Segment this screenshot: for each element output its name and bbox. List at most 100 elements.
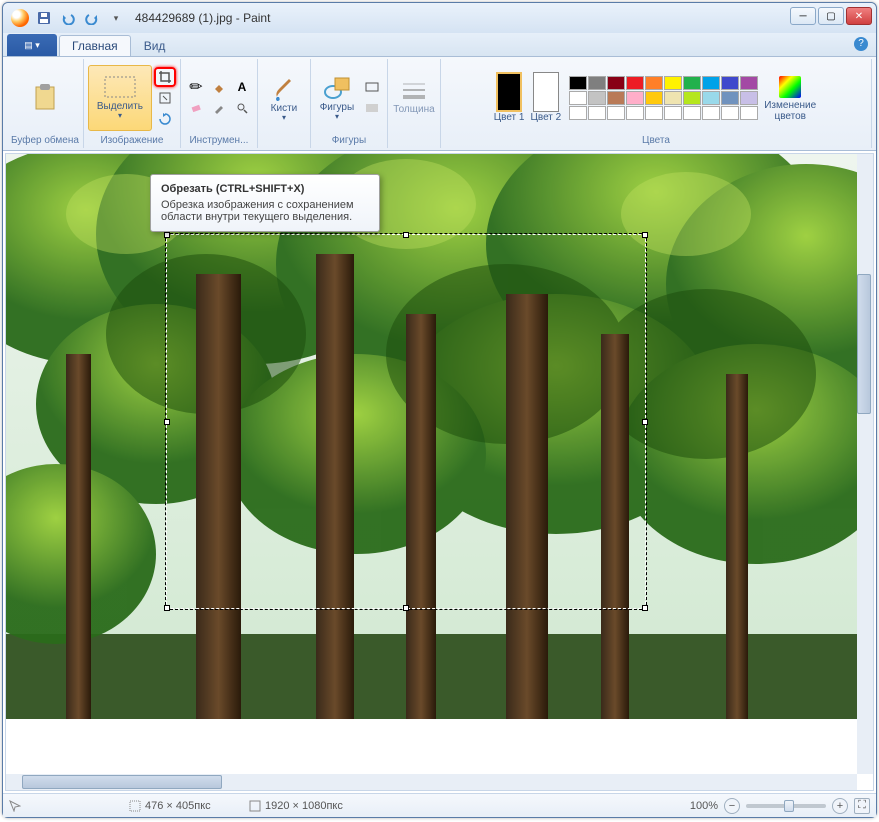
palette-swatch-27[interactable]: [702, 106, 720, 120]
app-icon: [11, 9, 29, 27]
window-controls: ─ ▢ ✕: [790, 7, 872, 25]
picker-tool[interactable]: [208, 98, 230, 118]
edit-colors-label: Изменение цветов: [761, 100, 819, 122]
palette-swatch-22[interactable]: [607, 106, 625, 120]
file-menu-button[interactable]: ▤ ▾: [7, 34, 57, 56]
color1-swatch: [496, 72, 522, 112]
group-clipboard-label: Буфер обмена: [11, 135, 79, 146]
color1-label: Цвет 1: [494, 112, 525, 123]
status-cursor: [9, 800, 109, 812]
palette-swatch-12[interactable]: [607, 91, 625, 105]
canvas-area[interactable]: [5, 153, 874, 791]
rotate-button[interactable]: [154, 109, 176, 129]
palette-swatch-16[interactable]: [683, 91, 701, 105]
hscroll-thumb[interactable]: [22, 775, 222, 789]
palette-swatch-13[interactable]: [626, 91, 644, 105]
palette-swatch-17[interactable]: [702, 91, 720, 105]
palette-swatch-11[interactable]: [588, 91, 606, 105]
palette-swatch-24[interactable]: [645, 106, 663, 120]
palette-swatch-20[interactable]: [569, 106, 587, 120]
color1-button[interactable]: Цвет 1: [494, 72, 525, 123]
brushes-label: Кисти: [271, 103, 298, 114]
group-colors: Цвет 1 Цвет 2 Изменение цветов Цвета: [441, 59, 872, 148]
crop-tooltip: Обрезать (CTRL+SHIFT+X) Обрезка изображе…: [150, 174, 380, 232]
image-size-text: 1920 × 1080пкс: [265, 800, 343, 812]
palette-swatch-0[interactable]: [569, 76, 587, 90]
zoom-thumb[interactable]: [784, 800, 794, 812]
horizontal-scrollbar[interactable]: [6, 774, 857, 790]
zoom-out-button[interactable]: −: [724, 798, 740, 814]
zoom-in-button[interactable]: +: [832, 798, 848, 814]
palette-swatch-3[interactable]: [626, 76, 644, 90]
palette-swatch-9[interactable]: [740, 76, 758, 90]
vertical-scrollbar[interactable]: [857, 154, 873, 774]
pencil-tool[interactable]: ✏: [185, 77, 207, 97]
palette-swatch-21[interactable]: [588, 106, 606, 120]
palette-swatch-15[interactable]: [664, 91, 682, 105]
vscroll-thumb[interactable]: [857, 274, 871, 414]
spacer2: [413, 135, 416, 146]
crop-button[interactable]: [154, 67, 176, 87]
palette-swatch-8[interactable]: [721, 76, 739, 90]
tab-main[interactable]: Главная: [59, 35, 131, 56]
palette-swatch-2[interactable]: [607, 76, 625, 90]
maximize-button[interactable]: ▢: [818, 7, 844, 25]
palette-swatch-25[interactable]: [664, 106, 682, 120]
shape-fill-button[interactable]: [361, 98, 383, 118]
group-image: Выделить ▾ Изображение: [84, 59, 181, 148]
palette-swatch-26[interactable]: [683, 106, 701, 120]
shapes-label: Фигуры: [320, 102, 354, 113]
paint-window: ▾ 484429689 (1).jpg - Paint ─ ▢ ✕ ▤ ▾ Гл…: [2, 2, 877, 818]
statusbar: 476 × 405пкс 1920 × 1080пкс 100% − + ⛶: [3, 793, 876, 817]
shapes-button[interactable]: Фигуры ▾: [315, 65, 359, 131]
resize-button[interactable]: [154, 88, 176, 108]
palette-swatch-29[interactable]: [740, 106, 758, 120]
minimize-button[interactable]: ─: [790, 7, 816, 25]
save-button[interactable]: [33, 7, 55, 29]
titlebar: ▾ 484429689 (1).jpg - Paint ─ ▢ ✕: [3, 3, 876, 33]
spacer: [283, 135, 286, 146]
redo-button[interactable]: [81, 7, 103, 29]
zoom-level-text: 100%: [690, 800, 718, 812]
window-title: 484429689 (1).jpg - Paint: [135, 11, 270, 25]
palette-swatch-14[interactable]: [645, 91, 663, 105]
zoom-controls: 100% − + ⛶: [690, 798, 870, 814]
magnifier-tool[interactable]: [231, 98, 253, 118]
palette-swatch-18[interactable]: [721, 91, 739, 105]
palette-swatch-23[interactable]: [626, 106, 644, 120]
ribbon: Буфер обмена Выделить ▾ Изображение: [3, 57, 876, 151]
select-label: Выделить: [97, 101, 143, 112]
palette-swatch-6[interactable]: [683, 76, 701, 90]
palette-swatch-5[interactable]: [664, 76, 682, 90]
shape-outline-button[interactable]: [361, 77, 383, 97]
group-image-label: Изображение: [100, 135, 163, 146]
help-icon[interactable]: ?: [854, 37, 868, 51]
palette-swatch-10[interactable]: [569, 91, 587, 105]
undo-button[interactable]: [57, 7, 79, 29]
color2-button[interactable]: Цвет 2: [530, 72, 561, 123]
close-button[interactable]: ✕: [846, 7, 872, 25]
eraser-tool[interactable]: [185, 98, 207, 118]
text-tool[interactable]: A: [231, 77, 253, 97]
group-shapes: Фигуры ▾ Фигуры: [311, 59, 388, 148]
tab-view[interactable]: Вид: [131, 35, 179, 56]
select-button[interactable]: Выделить ▾: [88, 65, 152, 131]
brushes-button[interactable]: Кисти ▾: [262, 65, 306, 131]
zoom-slider[interactable]: [746, 804, 826, 808]
color2-swatch: [533, 72, 559, 112]
palette-swatch-1[interactable]: [588, 76, 606, 90]
fill-tool[interactable]: [208, 77, 230, 97]
palette-swatch-4[interactable]: [645, 76, 663, 90]
group-tools: ✏ A Инструмен...: [181, 59, 258, 148]
selection-rectangle[interactable]: [166, 234, 646, 609]
palette-swatch-7[interactable]: [702, 76, 720, 90]
selection-size-text: 476 × 405пкс: [145, 800, 211, 812]
qat-customize[interactable]: ▾: [105, 7, 127, 29]
fullscreen-button[interactable]: ⛶: [854, 798, 870, 814]
group-tools-label: Инструмен...: [189, 135, 248, 146]
palette-swatch-28[interactable]: [721, 106, 739, 120]
palette-swatch-19[interactable]: [740, 91, 758, 105]
edit-colors-button[interactable]: Изменение цветов: [760, 65, 820, 131]
thickness-button[interactable]: Толщина: [392, 65, 436, 131]
paste-button[interactable]: [20, 65, 70, 131]
